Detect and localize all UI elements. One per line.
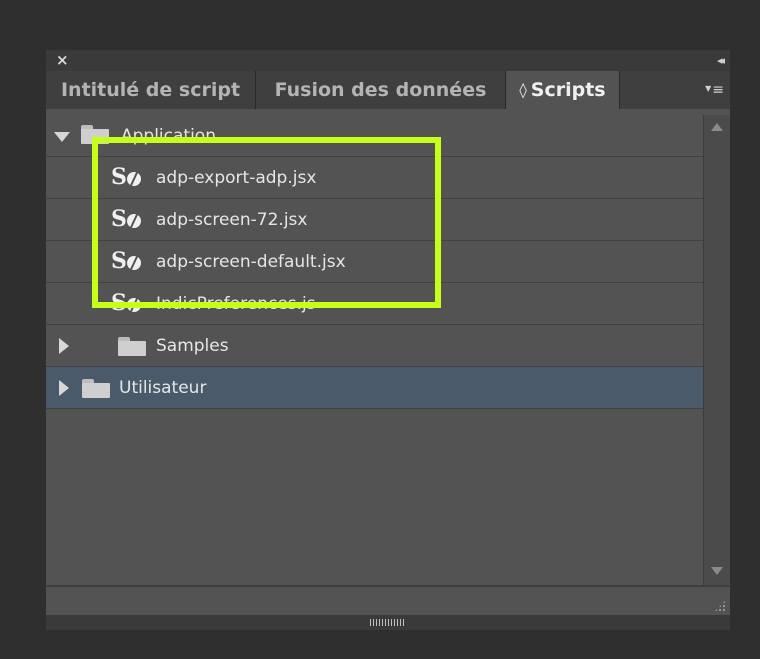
tree-row-utilisateur[interactable]: Utilisateur (46, 367, 703, 409)
panel-titlebar: × ◂◂ (46, 50, 730, 71)
scroll-down-icon[interactable] (711, 567, 723, 575)
expand-arrow-icon[interactable] (54, 132, 70, 142)
tab-scripts-label: Scripts (530, 79, 606, 101)
folder-icon (118, 337, 146, 356)
tab-intitule-de-script[interactable]: Intitulé de script (46, 71, 256, 109)
tree-row-samples[interactable]: Samples (46, 325, 703, 367)
close-icon[interactable]: × (56, 51, 69, 70)
updown-icon: ◊ (519, 81, 527, 99)
tree-item-label: Utilisateur (119, 378, 207, 398)
tab-fusion-des-donnees[interactable]: Fusion des données (256, 71, 506, 109)
collapsed-arrow-icon[interactable] (59, 338, 69, 354)
panel-resize-handle[interactable] (46, 615, 730, 630)
vertical-scrollbar[interactable] (703, 115, 730, 585)
resize-grip-icon[interactable] (714, 600, 726, 612)
tab-scripts[interactable]: ◊ Scripts (506, 71, 620, 109)
scroll-up-icon[interactable] (711, 123, 723, 131)
menu-triangle-icon: ▼ (705, 84, 712, 93)
folder-icon (82, 379, 110, 398)
panel-menu-icon: ≡ (712, 82, 724, 98)
collapsed-arrow-icon[interactable] (59, 380, 69, 396)
panel-footer (46, 587, 730, 615)
panel-menu-button[interactable]: ▼≡ (705, 71, 724, 109)
tab-bar: Intitulé de script Fusion des données ◊ S… (46, 71, 730, 109)
tree-item-label: Samples (156, 336, 229, 356)
grip-lines-icon (370, 619, 404, 626)
highlight-box (92, 137, 441, 308)
collapse-icon[interactable]: ◂◂ (717, 51, 725, 70)
